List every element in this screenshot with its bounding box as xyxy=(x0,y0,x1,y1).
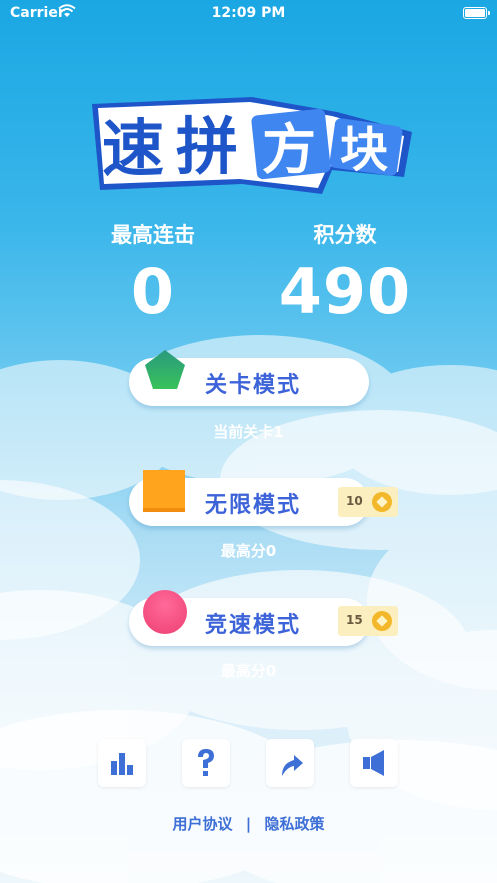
sound-button[interactable] xyxy=(350,739,398,787)
orange-square-icon xyxy=(143,470,185,512)
endless-mode-label: 无限模式 xyxy=(205,493,302,518)
help-button[interactable] xyxy=(182,739,230,787)
coin-icon xyxy=(372,492,392,512)
battery-icon xyxy=(463,7,490,19)
share-button[interactable] xyxy=(266,739,314,787)
level-mode-subtitle: 当前关卡1 xyxy=(213,423,284,441)
footer-separator: | xyxy=(245,815,252,833)
speed-mode-cost-badge: 15 xyxy=(338,606,398,636)
logo-char: 速 xyxy=(102,112,164,185)
score-label: 积分数 xyxy=(313,223,377,247)
coin-icon xyxy=(372,611,392,631)
speed-mode-button[interactable]: 竞速模式 xyxy=(129,590,369,646)
speed-mode-subtitle: 最高分0 xyxy=(220,662,277,680)
footer-links: 用户协议 | 隐私政策 xyxy=(0,813,497,834)
level-mode-button[interactable]: 关卡模式 xyxy=(129,350,369,406)
logo-char: 方 xyxy=(262,118,316,181)
game-logo: 速 拼 方 块 xyxy=(92,97,412,194)
clock: 12:09 PM xyxy=(211,5,286,21)
combo-label: 最高连击 xyxy=(111,223,195,247)
endless-mode-subtitle: 最高分0 xyxy=(220,542,277,560)
logo-char: 块 xyxy=(340,122,388,178)
endless-mode-button[interactable]: 无限模式 xyxy=(129,470,369,526)
endless-mode-cost: 10 xyxy=(346,494,363,508)
green-pentagon-icon xyxy=(145,350,185,389)
leaderboard-button[interactable] xyxy=(98,739,146,787)
speed-mode-cost: 15 xyxy=(346,613,363,627)
privacy-policy-link[interactable]: 隐私政策 xyxy=(264,815,324,833)
combo-value: 0 xyxy=(130,255,176,328)
share-icon xyxy=(282,755,303,776)
logo-char: 拼 xyxy=(176,110,238,183)
level-mode-label: 关卡模式 xyxy=(205,373,302,398)
help-icon xyxy=(198,749,214,776)
status-bar: Carrier 12:09 PM xyxy=(0,0,497,26)
score-value: 490 xyxy=(278,255,412,328)
leaderboard-icon xyxy=(111,753,133,775)
endless-mode-cost-badge: 10 xyxy=(338,487,398,517)
sound-icon xyxy=(363,750,384,776)
user-agreement-link[interactable]: 用户协议 xyxy=(173,815,233,833)
speed-mode-label: 竞速模式 xyxy=(205,613,302,638)
pink-circle-icon xyxy=(143,590,187,634)
